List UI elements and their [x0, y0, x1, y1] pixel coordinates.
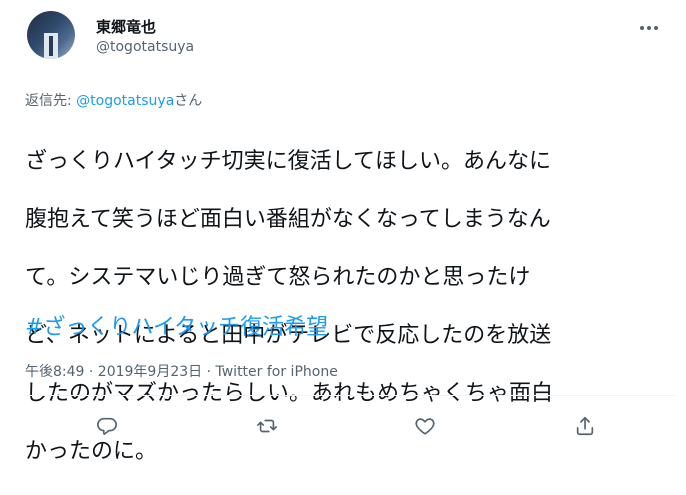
- hashtag-link[interactable]: #ざっくりハイタッチ復活希望: [25, 313, 328, 342]
- tweet-text-line: て。システマいじり過ぎて怒られたのかと思ったけ: [25, 265, 531, 290]
- retweet-button[interactable]: [249, 408, 285, 444]
- like-button[interactable]: [407, 408, 443, 444]
- retweet-icon: [257, 419, 277, 433]
- tweet-text-line: したのがマズかったらしい。あれもめちゃくちゃ面白: [25, 381, 554, 406]
- user-handle[interactable]: @togotatsuya: [96, 39, 194, 55]
- avatar-tie: [49, 36, 53, 56]
- reply-context: 返信先: @togotatsuyaさん: [25, 90, 202, 110]
- reply-prefix: 返信先:: [25, 93, 77, 109]
- reply-button[interactable]: [89, 408, 125, 444]
- user-name[interactable]: 東郷竜也: [96, 16, 156, 37]
- tweet-card: 東郷竜也 @togotatsuya 返信先: @togotatsuyaさん ざっ…: [0, 0, 686, 464]
- tweet-text-line: 腹抱えて笑うほど面白い番組がなくなってしまうなん: [25, 207, 551, 232]
- heart-icon: [415, 418, 435, 435]
- reply-icon: [97, 417, 117, 435]
- tweet-timestamp[interactable]: 午後8:49 · 2019年9月23日 · Twitter for iPhone: [25, 361, 338, 381]
- share-icon: [576, 416, 594, 436]
- avatar[interactable]: [27, 11, 75, 59]
- share-button[interactable]: [567, 408, 603, 444]
- reply-suffix: さん: [174, 93, 203, 109]
- action-bar: [0, 408, 686, 444]
- tweet-text-line: ざっくりハイタッチ切実に復活してほしい。あんなに: [25, 149, 552, 174]
- more-icon[interactable]: [640, 20, 666, 36]
- reply-mention-link[interactable]: @togotatsuya: [76, 93, 174, 109]
- divider: [25, 395, 675, 396]
